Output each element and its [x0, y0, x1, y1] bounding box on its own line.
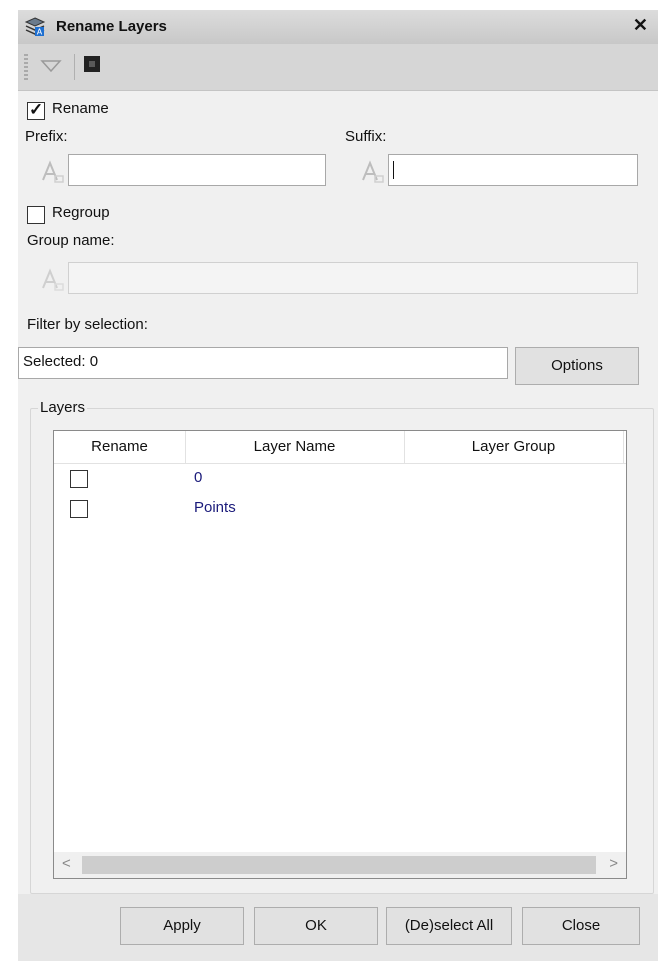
text-cursor — [393, 161, 394, 180]
suffix-label: Suffix: — [345, 128, 387, 145]
toolbar-separator — [74, 54, 75, 80]
table-row[interactable]: Points — [54, 497, 626, 521]
dropdown-arrow-icon[interactable] — [38, 56, 64, 76]
layers-grid[interactable]: Rename Layer Name Layer Group 0 Points <… — [53, 430, 627, 879]
prefix-input[interactable] — [68, 154, 326, 186]
selection-field[interactable]: Selected: 0 — [18, 347, 508, 379]
suffix-text-icon[interactable] — [360, 158, 386, 184]
ok-button[interactable]: OK — [254, 907, 378, 945]
title-bar[interactable]: A Rename Layers ✕ — [18, 10, 658, 45]
regroup-checkbox[interactable] — [27, 206, 45, 224]
prefix-text-icon[interactable] — [40, 158, 66, 184]
group-name-input[interactable] — [68, 262, 638, 294]
toolbar — [18, 44, 658, 91]
regroup-label: Regroup — [52, 204, 110, 221]
group-name-text-icon — [42, 268, 64, 291]
scroll-left-icon[interactable]: < — [62, 855, 71, 872]
horizontal-scrollbar[interactable]: < > — [54, 852, 626, 878]
close-icon[interactable]: ✕ — [633, 15, 648, 36]
rename-layers-panel: A Rename Layers ✕ Rename Prefix: Suffix:… — [18, 10, 658, 961]
prefix-label: Prefix: — [25, 128, 68, 145]
layers-group-title: Layers — [38, 399, 88, 416]
grid-header: Rename Layer Name Layer Group — [54, 431, 626, 464]
layer-name-cell: Points — [194, 499, 236, 516]
suffix-input[interactable] — [388, 154, 638, 186]
close-button[interactable]: Close — [522, 907, 640, 945]
options-button[interactable]: Options — [515, 347, 639, 385]
filter-by-selection-label: Filter by selection: — [27, 316, 148, 333]
apply-button[interactable]: Apply — [120, 907, 244, 945]
layers-app-icon: A — [24, 17, 46, 37]
column-header-layer-group[interactable]: Layer Group — [404, 431, 624, 463]
scroll-right-icon[interactable]: > — [609, 855, 618, 872]
row-rename-checkbox[interactable] — [70, 470, 88, 488]
rename-checkbox[interactable] — [27, 100, 45, 120]
svg-text:A: A — [37, 28, 43, 37]
row-rename-checkbox[interactable] — [70, 500, 88, 518]
rename-label: Rename — [52, 100, 109, 117]
command-window-icon[interactable] — [84, 56, 100, 72]
window-title: Rename Layers — [56, 18, 167, 35]
table-row[interactable]: 0 — [54, 467, 626, 491]
deselect-all-button[interactable]: (De)select All — [386, 907, 512, 945]
toolbar-grip-icon[interactable] — [24, 54, 28, 80]
group-name-label: Group name: — [27, 232, 115, 249]
scrollbar-thumb[interactable] — [82, 856, 596, 874]
column-header-layer-name[interactable]: Layer Name — [185, 431, 405, 463]
layer-name-cell: 0 — [194, 469, 203, 486]
column-header-rename[interactable]: Rename — [54, 431, 186, 463]
